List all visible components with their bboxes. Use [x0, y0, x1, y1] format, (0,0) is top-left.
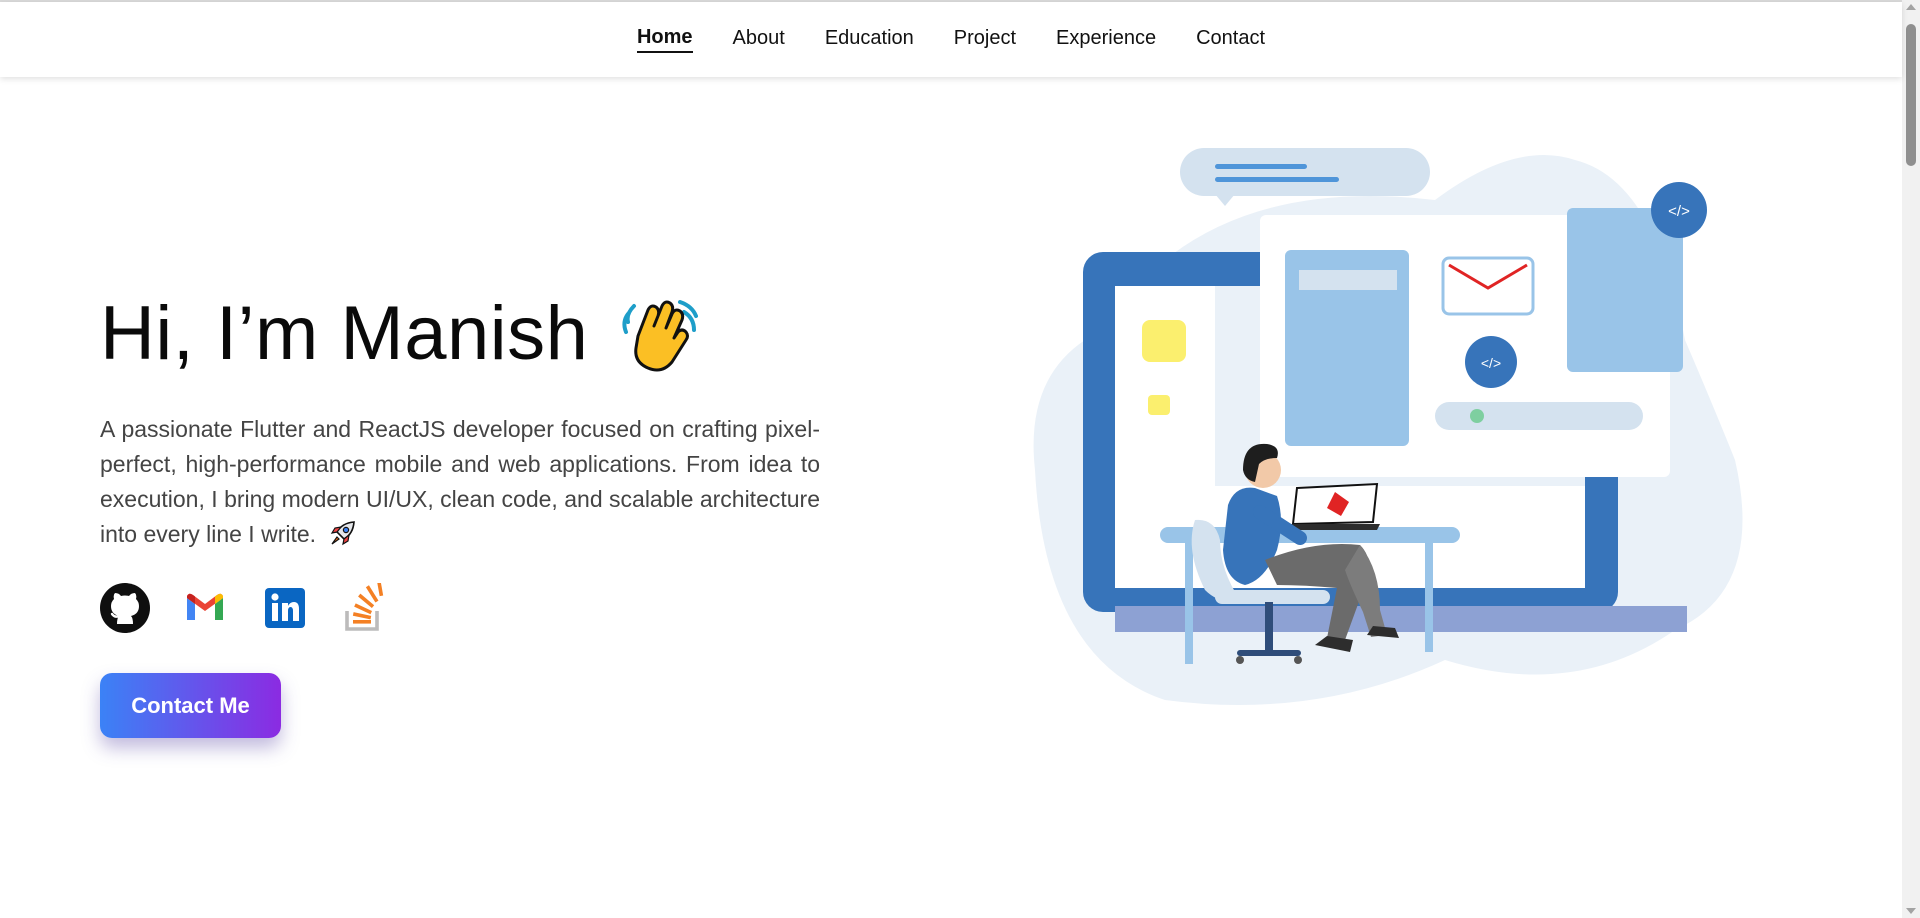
stackoverflow-link[interactable]	[340, 583, 390, 633]
github-icon	[100, 583, 150, 633]
svg-text:</>: </>	[1668, 203, 1690, 220]
nav-home[interactable]: Home	[636, 26, 693, 53]
nav-project[interactable]: Project	[954, 27, 1016, 52]
github-link[interactable]	[100, 583, 150, 633]
linkedin-icon	[265, 588, 305, 628]
top-navigation: Home About Education Project Experience …	[0, 2, 1902, 77]
stackoverflow-icon	[345, 583, 384, 631]
hero-title-text: Hi, I’m Manish	[100, 291, 589, 376]
linkedin-link[interactable]	[260, 583, 310, 633]
contact-me-button[interactable]: Contact Me	[100, 673, 281, 738]
nav-experience[interactable]: Experience	[1056, 27, 1156, 52]
nav-about[interactable]: About	[733, 27, 785, 52]
scrollbar-thumb[interactable]	[1906, 24, 1916, 166]
svg-text:</>: </>	[1481, 355, 1501, 371]
hero-description: A passionate Flutter and ReactJS develop…	[100, 412, 820, 552]
gmail-icon	[187, 593, 223, 620]
scroll-up-icon[interactable]	[1906, 4, 1916, 10]
rocket-icon	[331, 521, 356, 546]
nav-contact[interactable]: Contact	[1196, 27, 1265, 52]
gmail-link[interactable]	[180, 583, 230, 633]
vertical-scrollbar[interactable]	[1902, 0, 1920, 918]
hero-title: Hi, I’m Manish	[100, 290, 702, 377]
social-links	[100, 583, 390, 633]
scroll-down-icon[interactable]	[1906, 908, 1916, 914]
waving-hand-icon	[622, 299, 699, 371]
nav-education[interactable]: Education	[825, 27, 914, 52]
hero-description-text: A passionate Flutter and ReactJS develop…	[100, 416, 820, 547]
developer-at-desk-illustration: </> </>	[1033, 148, 1743, 705]
